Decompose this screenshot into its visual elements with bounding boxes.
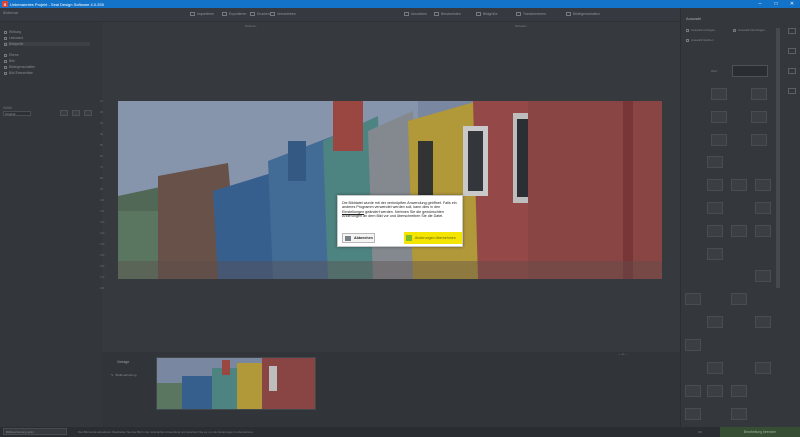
apply-icon xyxy=(406,235,412,241)
app-logo-icon: S xyxy=(2,1,8,7)
maximize-icon[interactable]: □ xyxy=(768,0,784,8)
minimize-icon[interactable]: – xyxy=(752,0,768,8)
dialog-message: Die Bilddatei wurde mit der verknüpften … xyxy=(342,201,457,218)
window-title: Unbenanntes Projekt - Seal Design Softwa… xyxy=(10,1,104,7)
window-controls: – □ ✕ xyxy=(752,0,800,8)
cancel-button[interactable]: Abbrechen xyxy=(342,233,375,243)
close-icon[interactable]: ✕ xyxy=(784,0,800,8)
title-bar: S Unbenanntes Projekt - Seal Design Soft… xyxy=(0,0,800,8)
apply-changes-button[interactable]: Änderungen übernehmen xyxy=(404,232,462,244)
cancel-icon xyxy=(345,235,351,241)
